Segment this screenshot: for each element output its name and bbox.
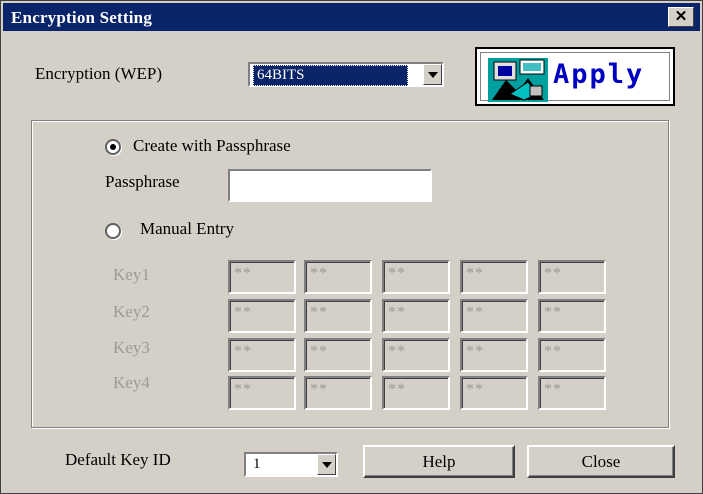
apply-button-frame: Apply xyxy=(480,52,670,102)
key4-field-1[interactable]: ** xyxy=(228,376,296,410)
key1-field-4[interactable]: ** xyxy=(460,260,528,294)
key4-label: Key4 xyxy=(113,373,150,392)
key1-field-2[interactable]: ** xyxy=(304,260,372,294)
key4-field-5[interactable]: ** xyxy=(538,376,606,410)
key-value: ** xyxy=(234,265,252,282)
default-key-id-label: Default Key ID xyxy=(65,450,171,469)
passphrase-field-label: Passphrase xyxy=(105,172,180,191)
key-value: ** xyxy=(466,381,484,398)
key3-field-2[interactable]: ** xyxy=(304,338,372,372)
key-value: ** xyxy=(466,265,484,282)
key-value: ** xyxy=(234,304,252,321)
key-value: ** xyxy=(310,265,328,282)
encryption-select[interactable]: 64BITS xyxy=(248,62,444,87)
radio-selected-dot xyxy=(110,144,116,150)
encryption-label: Encryption (WEP) xyxy=(35,64,162,83)
key4-field-4[interactable]: ** xyxy=(460,376,528,410)
key3-field-4[interactable]: ** xyxy=(460,338,528,372)
key-value: ** xyxy=(310,304,328,321)
default-key-dropdown-button[interactable] xyxy=(317,454,336,475)
help-button[interactable]: Help xyxy=(363,445,515,478)
key-value: ** xyxy=(544,304,562,321)
key2-field-5[interactable]: ** xyxy=(538,299,606,333)
key2-field-4[interactable]: ** xyxy=(460,299,528,333)
key-value: ** xyxy=(388,381,406,398)
key-value: ** xyxy=(388,304,406,321)
key1-field-1[interactable]: ** xyxy=(228,260,296,294)
encryption-dropdown-button[interactable] xyxy=(423,64,442,85)
key-value: ** xyxy=(466,304,484,321)
manual-entry-radio-label: Manual Entry xyxy=(140,219,234,238)
key3-field-3[interactable]: ** xyxy=(382,338,450,372)
key2-field-3[interactable]: ** xyxy=(382,299,450,333)
encryption-setting-dialog: Encryption Setting ✕ Encryption (WEP) 64… xyxy=(0,0,703,494)
key2-label: Key2 xyxy=(113,302,150,321)
key-value: ** xyxy=(544,265,562,282)
key-value: ** xyxy=(388,343,406,360)
window-close-button[interactable]: ✕ xyxy=(668,7,694,27)
passphrase-radio-label: Create with Passphrase xyxy=(133,136,291,155)
key2-field-2[interactable]: ** xyxy=(304,299,372,333)
apply-label: Apply xyxy=(553,59,645,90)
close-icon: ✕ xyxy=(674,8,688,25)
key-value: ** xyxy=(544,343,562,360)
key-value: ** xyxy=(388,265,406,282)
key-value: ** xyxy=(310,381,328,398)
chevron-down-icon xyxy=(321,461,332,468)
encryption-select-value: 64BITS xyxy=(253,65,408,86)
key-value: ** xyxy=(466,343,484,360)
apply-icon xyxy=(488,58,548,102)
key1-field-5[interactable]: ** xyxy=(538,260,606,294)
key3-field-1[interactable]: ** xyxy=(228,338,296,372)
title-bar[interactable]: Encryption Setting ✕ xyxy=(3,3,700,31)
default-key-id-select[interactable]: 1 xyxy=(244,452,338,477)
passphrase-radio[interactable] xyxy=(105,139,121,155)
key2-field-1[interactable]: ** xyxy=(228,299,296,333)
apply-button[interactable]: Apply xyxy=(475,47,675,106)
key4-field-2[interactable]: ** xyxy=(304,376,372,410)
key4-field-3[interactable]: ** xyxy=(382,376,450,410)
default-key-id-value: 1 xyxy=(253,456,261,472)
key-value: ** xyxy=(234,381,252,398)
key-value: ** xyxy=(310,343,328,360)
manual-entry-radio[interactable] xyxy=(105,223,121,239)
key1-field-3[interactable]: ** xyxy=(382,260,450,294)
chevron-down-icon xyxy=(427,71,438,78)
key-value: ** xyxy=(544,381,562,398)
key1-label: Key1 xyxy=(113,265,150,284)
key3-field-5[interactable]: ** xyxy=(538,338,606,372)
close-button[interactable]: Close xyxy=(527,445,675,478)
key-value: ** xyxy=(234,343,252,360)
key3-label: Key3 xyxy=(113,338,150,357)
window-title: Encryption Setting xyxy=(11,8,153,27)
passphrase-input[interactable] xyxy=(228,169,432,202)
